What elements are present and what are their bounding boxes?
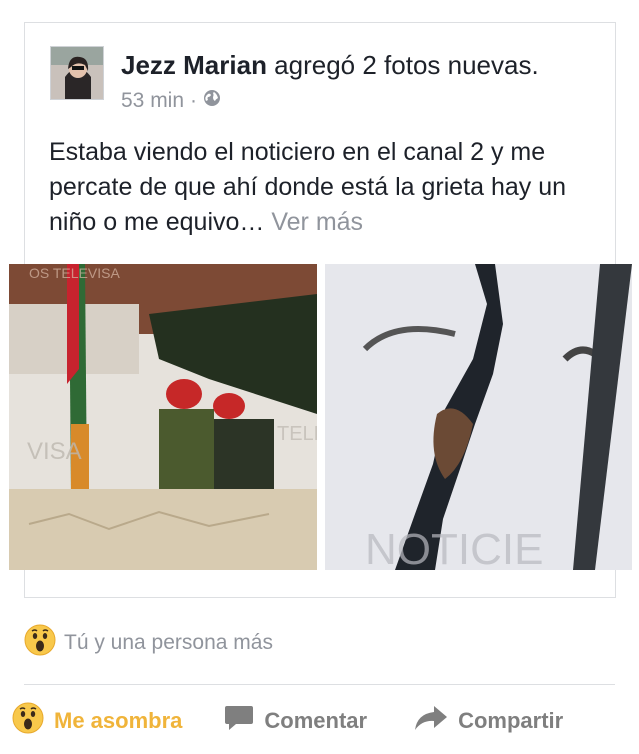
actions-divider [24,684,615,685]
wow-reaction-icon [24,624,56,662]
share-arrow-icon [414,705,448,737]
post-meta: 53 min · [121,89,221,113]
reactions-summary[interactable]: Tú y una persona más [24,624,273,662]
post-action: agregó 2 fotos nuevas. [266,50,539,80]
post-text: Estaba viendo el noticiero en el canal 2… [49,135,599,240]
avatar-image [51,47,103,99]
reactions-text[interactable]: Tú y una persona más [64,631,273,655]
photo-2-watermark: NOTICIE [365,525,543,570]
photo-1-watermark-right: TELE [277,423,317,445]
photo-1-watermark-top: OS TELEVISA [29,265,120,281]
react-button[interactable]: Me asombra [12,702,182,740]
share-button-label: Compartir [458,708,564,733]
photo-1-watermark-left: VISA [27,438,82,465]
meta-separator: · [190,89,198,112]
photo-1-image: OS TELEVISA VISA TELE [9,264,317,570]
see-more-link[interactable]: Ver más [271,208,363,236]
comment-button[interactable]: Comentar [224,704,367,738]
post-timestamp[interactable]: 53 min [121,89,184,113]
react-button-label: Me asombra [54,708,183,733]
share-button[interactable]: Compartir [414,705,563,737]
post-header: Jezz Marian agregó 2 fotos nuevas. [121,49,539,81]
photo-2[interactable]: NOTICIE [325,264,632,570]
photo-2-image: NOTICIE [325,264,632,570]
comment-button-label: Comentar [264,708,368,733]
wow-reaction-icon [12,702,44,740]
globe-icon[interactable] [203,89,221,113]
comment-bubble-icon [224,704,254,738]
post-card: Jezz Marian agregó 2 fotos nuevas. 53 mi… [9,22,632,598]
photo-1[interactable]: OS TELEVISA VISA TELE [9,264,317,570]
avatar[interactable] [50,46,104,100]
action-bar: Me asombra Comentar Compartir [12,702,632,740]
author-name[interactable]: Jezz Marian [121,50,267,80]
